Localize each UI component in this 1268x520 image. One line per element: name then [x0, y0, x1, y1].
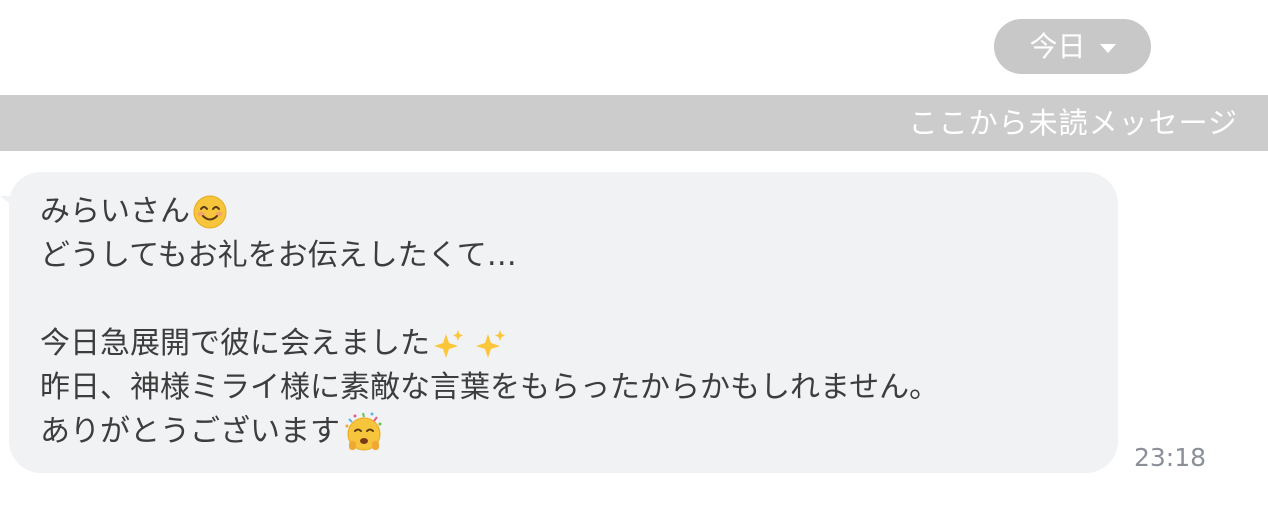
unread-divider-label: ここから未読メッセージ: [908, 106, 1238, 140]
chevron-down-icon: [1099, 43, 1116, 53]
date-selector-button[interactable]: 今日: [994, 19, 1151, 74]
message-line-text: ありがとうございます: [40, 414, 340, 449]
message-line-text: 今日急展開で彼に会えました: [40, 326, 430, 361]
message-bubble[interactable]: みらいさん どうしてもお礼をお伝えしたくて… 今日急展開で彼に会えました 昨日、…: [9, 172, 1118, 473]
message-line-text: 昨日、神様ミライ様に素敵な言葉をもらったからかもしれません。: [40, 370, 940, 405]
chat-screen: 今日 ここから未読メッセージ みらいさん どうしてもお礼をお伝えしたくて… 今日…: [0, 0, 1268, 520]
message-line: 昨日、神様ミライ様に素敵な言葉をもらったからかもしれません。: [40, 366, 1088, 410]
message-line-text: みらいさん: [40, 194, 190, 229]
unread-divider: ここから未読メッセージ: [0, 95, 1268, 151]
message-line: どうしてもお礼をお伝えしたくて…: [40, 234, 1088, 278]
smiling-face-icon: [193, 195, 227, 229]
partying-face-icon: [345, 412, 382, 451]
sparkles-icon: [434, 330, 505, 358]
message-line: ありがとうございます: [40, 410, 1088, 454]
message-line-text: どうしてもお礼をお伝えしたくて…: [40, 238, 517, 273]
date-selector-label: 今日: [1029, 29, 1086, 63]
message-line: 今日急展開で彼に会えました: [40, 322, 1088, 366]
message-timestamp: 23:18: [1134, 443, 1207, 472]
message-line: みらいさん: [40, 190, 1088, 234]
